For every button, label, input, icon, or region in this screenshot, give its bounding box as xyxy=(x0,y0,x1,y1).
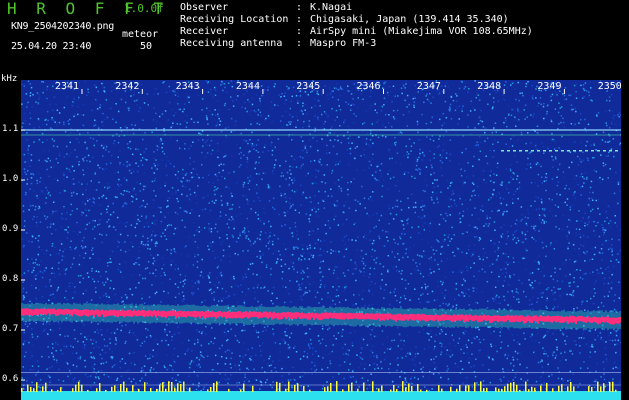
y-tick-label: 0.7 xyxy=(2,324,19,334)
x-tick-label: 2350 xyxy=(597,81,622,92)
x-tick-label: 2345 xyxy=(296,81,321,92)
meteor-count: 50 xyxy=(140,41,153,52)
observer-value: K.Nagai xyxy=(310,2,353,13)
receiver-label: Receiver xyxy=(180,26,229,37)
capture-datetime: 25.04.20 23:40 xyxy=(11,41,92,52)
antenna-row: Receiving antenna : Maspro FM-3 xyxy=(180,38,533,50)
station-info: Observer : K.Nagai Receiving Location : … xyxy=(180,2,533,50)
location-row: Receiving Location : Chigasaki, Japan (1… xyxy=(180,14,533,26)
y-tick-label: 0.6 xyxy=(2,374,19,384)
carrier-band xyxy=(21,302,621,331)
y-axis-unit: kHz xyxy=(1,74,18,84)
location-value: Chigasaki, Japan (139.414 35.340) xyxy=(310,14,509,25)
x-tick-label: 2346 xyxy=(356,81,381,92)
observer-row: Observer : K.Nagai xyxy=(180,2,533,14)
y-tick-label: 1.0 xyxy=(2,174,19,184)
receiver-row: Receiver : AirSpy mini (Miakejima VOR 10… xyxy=(180,26,533,38)
observer-label: Observer xyxy=(180,2,229,13)
header-panel: H R O F F T 1.0.0f KN9_2504202340.png me… xyxy=(0,0,629,78)
mode-label: meteor xyxy=(122,29,159,40)
antenna-label: Receiving antenna xyxy=(180,38,283,49)
spectrogram-canvas xyxy=(21,80,621,400)
separator: : xyxy=(296,38,303,49)
y-tick-label: 0.8 xyxy=(2,274,19,284)
separator: : xyxy=(296,2,303,13)
x-tick-label: 2344 xyxy=(235,81,260,92)
image-filename: KN9_2504202340.png xyxy=(11,21,114,32)
separator: : xyxy=(296,26,303,37)
x-tick-label: 2341 xyxy=(55,81,80,92)
x-tick-label: 2348 xyxy=(477,81,502,92)
app-version: 1.0.0f xyxy=(124,2,164,15)
x-tick-label: 2342 xyxy=(115,81,140,92)
x-tick-label: 2347 xyxy=(416,81,441,92)
y-tick-label: 1.1 xyxy=(2,124,19,134)
x-tick-label: 2349 xyxy=(537,81,562,92)
y-tick-label: 0.9 xyxy=(2,224,19,234)
x-tick-label: 2343 xyxy=(175,81,200,92)
location-label: Receiving Location xyxy=(180,14,289,25)
antenna-value: Maspro FM-3 xyxy=(310,38,377,49)
receiver-value: AirSpy mini (Miakejima VOR 108.65MHz) xyxy=(310,26,533,37)
spectrogram-plot xyxy=(21,80,621,400)
separator: : xyxy=(296,14,303,25)
